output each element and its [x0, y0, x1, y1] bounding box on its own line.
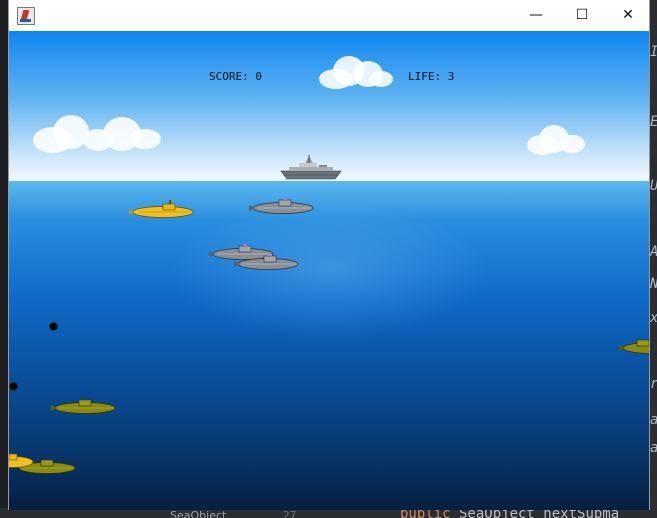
- ide-tab-seaobject[interactable]: SeaObject: [170, 509, 226, 518]
- maximize-icon: ☐: [575, 7, 589, 23]
- score-value: 0: [255, 70, 262, 83]
- life-label: LIFE:: [408, 70, 442, 83]
- minimize-button[interactable]: —: [513, 0, 559, 31]
- mine: [50, 323, 57, 330]
- life-value: 3: [447, 70, 455, 83]
- olive-submarine: [51, 399, 116, 414]
- minimize-icon: —: [529, 7, 543, 23]
- cloud: [33, 113, 163, 155]
- close-button[interactable]: ✕: [605, 0, 651, 31]
- java-app-icon: [17, 7, 35, 25]
- maximize-button[interactable]: ☐: [559, 0, 605, 31]
- sea: [9, 180, 649, 510]
- mine: [10, 383, 17, 390]
- yellow-submarine: [9, 453, 34, 468]
- game-canvas[interactable]: SCORE: 0 LIFE: 3: [9, 31, 649, 510]
- gray-submarine: [234, 254, 299, 270]
- cloud: [527, 125, 587, 157]
- cloud: [319, 53, 395, 91]
- title-bar[interactable]: — ☐ ✕: [9, 0, 649, 31]
- ide-line-number: 27: [283, 509, 297, 518]
- gray-submarine: [249, 198, 314, 214]
- player-battleship: [280, 155, 342, 180]
- score-label: SCORE:: [209, 70, 249, 83]
- close-icon: ✕: [622, 7, 634, 23]
- sea-glow: [169, 200, 489, 340]
- olive-submarine: [619, 339, 649, 354]
- score-display: SCORE: 0: [209, 70, 262, 83]
- yellow-submarine: [129, 200, 194, 218]
- life-display: LIFE: 3: [408, 70, 454, 83]
- game-window: — ☐ ✕ SCORE: 0 LIFE: 3: [8, 0, 650, 510]
